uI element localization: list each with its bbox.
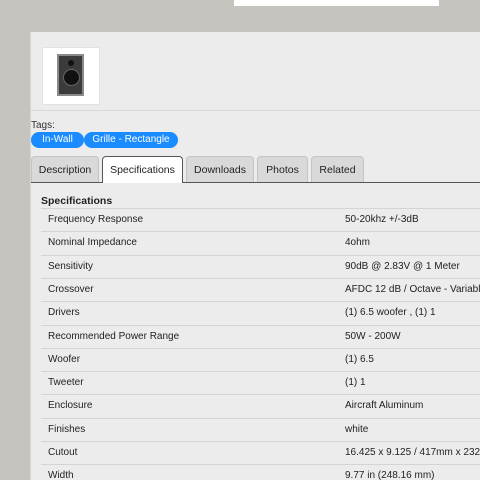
spec-row: Finishes white xyxy=(41,417,480,442)
tab-related[interactable]: Related xyxy=(311,156,364,182)
header-search-bar[interactable] xyxy=(234,0,439,6)
spec-row: Frequency Response 50-20khz +/-3dB xyxy=(41,208,480,232)
spec-row: Drivers (1) 6.5 woofer , (1) 1 xyxy=(41,301,480,325)
spec-value: 50W - 200W xyxy=(345,330,401,342)
tweeter-graphic xyxy=(68,60,74,66)
spec-row: Woofer (1) 6.5 xyxy=(41,347,480,372)
specifications-panel: Specifications Frequency Response 50-20kh… xyxy=(31,183,480,480)
spec-key: Drivers xyxy=(48,307,80,319)
speaker-image xyxy=(57,54,84,96)
spec-row: Sensitivity 90dB @ 2.83V @ 1 Meter xyxy=(41,254,480,279)
spec-value: AFDC 12 dB / Octave - Variable xyxy=(345,283,480,295)
tab-specifications[interactable]: Specifications xyxy=(102,156,183,183)
spec-key: Sensitivity xyxy=(48,260,94,272)
spec-key: Tweeter xyxy=(48,377,84,389)
spec-key: Frequency Response xyxy=(48,214,144,225)
spec-value: 50-20khz +/-3dB xyxy=(345,214,419,225)
spec-value: white xyxy=(345,423,369,435)
spec-key: Width xyxy=(48,470,74,480)
spec-row: Crossover AFDC 12 dB / Octave - Variable xyxy=(41,277,480,302)
spec-value: (1) 6.5 woofer , (1) 1 xyxy=(345,307,436,319)
specifications-title: Specifications xyxy=(41,195,113,207)
spec-value: 4ohm xyxy=(345,237,371,249)
spec-value: (1) 6.5 xyxy=(345,353,374,365)
spec-row: Enclosure Aircraft Aluminum xyxy=(41,394,480,418)
spec-value: 90dB @ 2.83V @ 1 Meter xyxy=(345,260,460,272)
product-panel: Tags: In-Wall Grille - Rectangle Descrip… xyxy=(30,32,480,480)
tag-in-wall[interactable]: In-Wall xyxy=(31,132,84,148)
tab-description[interactable]: Description xyxy=(31,156,99,182)
spec-row: Tweeter (1) 1 xyxy=(41,371,480,395)
tags-label: Tags: xyxy=(31,120,55,131)
spec-value: 9.77 in (248.16 mm) xyxy=(345,470,435,480)
product-thumbnail[interactable] xyxy=(42,47,100,105)
spec-key: Woofer xyxy=(48,353,81,365)
spec-key: Nominal Impedance xyxy=(48,237,137,249)
spec-row: Width 9.77 in (248.16 mm) xyxy=(41,464,480,480)
spec-key: Recommended Power Range xyxy=(48,330,180,342)
spec-row: Nominal Impedance 4ohm xyxy=(41,231,480,255)
spec-key: Enclosure xyxy=(48,400,93,412)
woofer-graphic xyxy=(63,69,80,86)
spec-row: Cutout 16.425 x 9.125 / 417mm x 232mm xyxy=(41,441,480,465)
spec-key: Cutout xyxy=(48,447,78,458)
spec-value: Aircraft Aluminum xyxy=(345,400,424,412)
thumbnail-area xyxy=(31,32,480,111)
spec-key: Crossover xyxy=(48,283,94,295)
spec-row: Recommended Power Range 50W - 200W xyxy=(41,324,480,349)
spec-value: (1) 1 xyxy=(345,377,366,389)
tab-photos[interactable]: Photos xyxy=(257,156,308,182)
tab-downloads[interactable]: Downloads xyxy=(186,156,254,182)
spec-key: Finishes xyxy=(48,423,86,435)
tag-grille-rectangle[interactable]: Grille - Rectangle xyxy=(84,132,178,148)
spec-value: 16.425 x 9.125 / 417mm x 232mm xyxy=(345,447,480,458)
